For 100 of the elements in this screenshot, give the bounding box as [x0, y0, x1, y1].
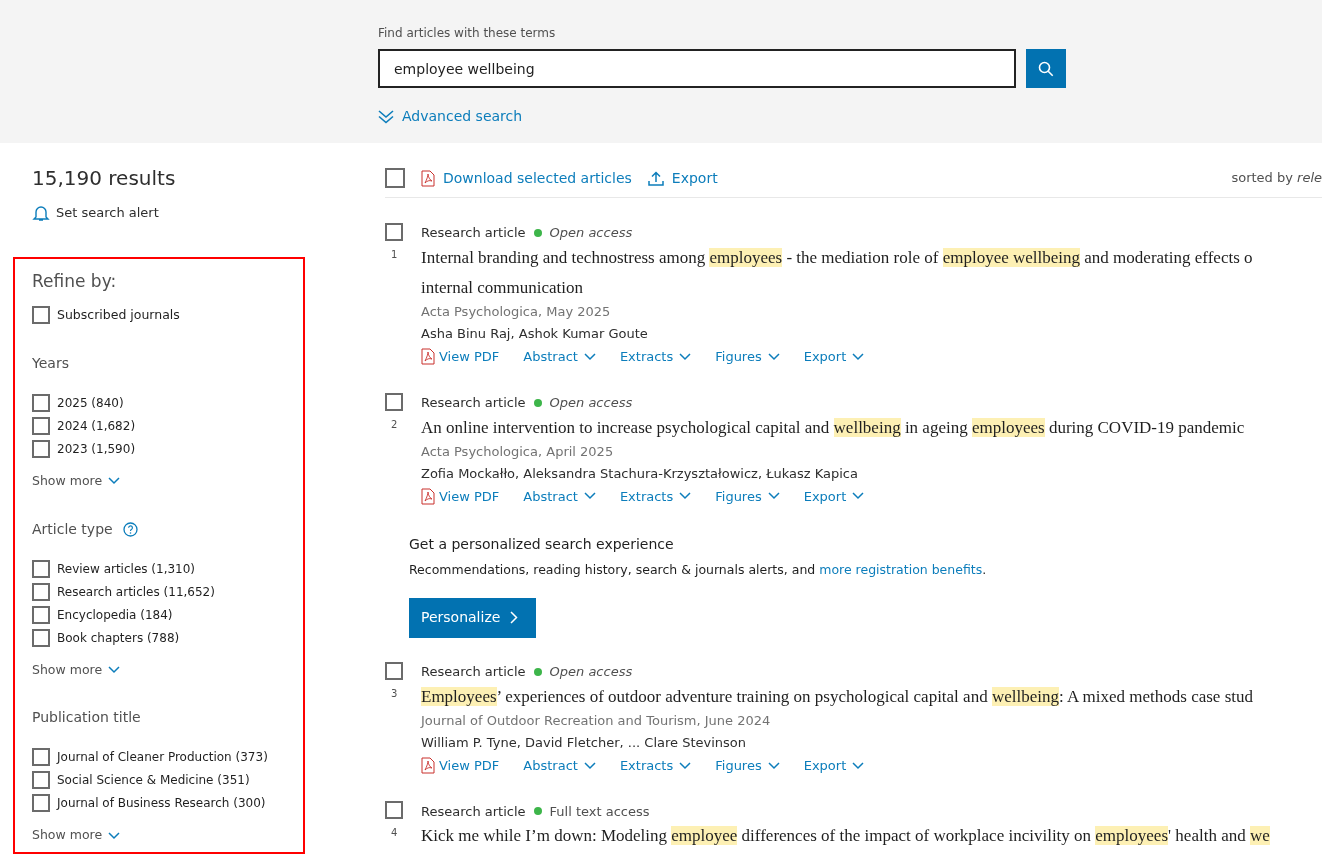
promo-heading: Get a personalized search experience	[409, 535, 675, 554]
checkbox[interactable]	[32, 306, 50, 325]
show-more-link[interactable]: Show more	[32, 471, 286, 491]
dropdown-link[interactable]: Export	[803, 347, 865, 367]
checkbox[interactable]	[32, 605, 50, 624]
dropdown-link[interactable]: Figures	[715, 755, 780, 776]
chevron-down-icon	[767, 352, 780, 361]
filter-option[interactable]: Journal of Cleaner Production (373)	[57, 748, 268, 767]
result-number: 4	[391, 826, 398, 841]
filter-option[interactable]: Research articles (11,652)	[57, 582, 215, 601]
access-label: Full text access	[549, 802, 650, 821]
filter-group-title: Years	[32, 353, 69, 373]
search-button[interactable]	[1026, 49, 1066, 88]
filter-option[interactable]: Journal of Business Research (300)	[57, 794, 266, 813]
checkbox[interactable]	[385, 801, 403, 820]
journal-info: Journal of Outdoor Recreation and Tourism, June 2024	[421, 711, 772, 730]
checkbox[interactable]	[32, 393, 50, 412]
dropdown-link[interactable]: Abstract	[523, 755, 596, 776]
filter-heading: Refine by:	[32, 269, 118, 293]
advanced-search-link[interactable]: Advanced search	[378, 106, 1322, 127]
checkbox[interactable]	[385, 392, 403, 411]
dropdown-link[interactable]: Abstract	[523, 347, 596, 367]
filter-group-title: Publication title	[32, 708, 141, 728]
article-title-link[interactable]: Employees’ experiences of outdoor adventure training on psychological capital and wellbeing: A mixed methods case stud	[421, 681, 1253, 712]
dropdown-link[interactable]: Export	[803, 755, 865, 776]
promo-text: Recommendations, reading history, search & journals alerts, and more registration benefits.	[409, 561, 988, 579]
export-link[interactable]: Export	[647, 167, 718, 189]
pdf-file-icon	[421, 757, 435, 774]
chevron-down-icon	[583, 352, 596, 361]
access-label: Open access	[549, 663, 633, 681]
search-label: Find articles with these terms	[378, 25, 557, 42]
chevron-down-icon	[108, 665, 121, 674]
help-icon[interactable]	[122, 521, 138, 537]
filter-option[interactable]: Review articles (1,310)	[57, 559, 196, 578]
checkbox[interactable]	[32, 771, 50, 790]
filter-option[interactable]: Social Science & Medicine (351)	[57, 771, 250, 790]
filter-option[interactable]: 2024 (1,682)	[57, 416, 136, 435]
checkbox[interactable]	[32, 794, 50, 813]
result-number: 3	[391, 686, 398, 701]
filter-option[interactable]: 2025 (840)	[57, 393, 124, 412]
filter-option[interactable]: Encyclopedia (184)	[57, 605, 173, 624]
download-selected-link[interactable]: Download selected articles	[421, 167, 632, 189]
dropdown-link[interactable]: Abstract	[523, 486, 596, 506]
dropdown-link[interactable]: Extracts	[619, 347, 692, 367]
checkbox[interactable]	[385, 168, 405, 188]
result-number: 1	[391, 248, 398, 262]
checkbox[interactable]	[32, 628, 50, 647]
dropdown-link[interactable]: Figures	[715, 486, 780, 506]
chevron-down-icon	[767, 492, 780, 501]
chevron-down-icon	[679, 492, 692, 501]
view-pdf-link[interactable]: View PDF	[421, 755, 500, 776]
search-icon	[1038, 60, 1054, 77]
article-type: Research article	[421, 663, 526, 681]
article-type: Research article	[421, 224, 526, 243]
show-more-link[interactable]: Show more	[32, 660, 286, 680]
sort-label: sorted by rele	[1231, 169, 1322, 188]
chevron-down-icon	[108, 831, 121, 840]
filter-group-title: Article type	[32, 519, 113, 539]
chevron-down-icon	[852, 492, 865, 501]
pdf-file-icon	[421, 169, 435, 187]
chevron-down-icon	[767, 761, 780, 770]
personalize-button[interactable]: Personalize	[409, 597, 536, 638]
checkbox[interactable]	[385, 661, 403, 680]
chevron-down-icon	[852, 352, 865, 361]
checkbox[interactable]	[385, 223, 403, 241]
article-title-link[interactable]: Kick me while I’m down: Modeling employee differences of the impact of workplace incivility on employees' health and we	[421, 821, 1270, 852]
dropdown-link[interactable]: Figures	[715, 347, 780, 367]
article-title-link[interactable]: Internal branding and technostress among employees - the mediation role of employee wellbeing and moderating effects o internal communication	[421, 243, 1253, 303]
article-title-link[interactable]: An online intervention to increase psychological capital and wellbeing in ageing employees during COVID-19 pandemic	[421, 412, 1245, 443]
double-chevron-down-icon	[378, 109, 394, 124]
authors: Zofia Mockałło, Aleksandra Stachura-Krzyształowicz, Łukasz Kapica	[421, 464, 859, 483]
chevron-down-icon	[852, 761, 865, 770]
checkbox[interactable]	[32, 439, 50, 458]
show-more-link[interactable]: Show more	[32, 826, 286, 845]
checkbox[interactable]	[32, 416, 50, 435]
search-alert-link[interactable]: Set search alert	[32, 203, 370, 223]
filter-option[interactable]: Book chapters (788)	[57, 628, 180, 647]
article-type: Research article	[421, 393, 526, 412]
chevron-down-icon	[108, 477, 121, 486]
filter-option[interactable]: 2023 (1,590)	[57, 439, 136, 458]
upload-icon	[647, 170, 664, 186]
checkbox[interactable]	[32, 582, 50, 601]
chevron-down-icon	[679, 352, 692, 361]
journal-info: Acta Psychologica, May 2025	[421, 303, 612, 321]
search-field[interactable]: employee wellbeing	[378, 49, 1016, 88]
pdf-file-icon	[421, 487, 435, 505]
result-number: 2	[391, 417, 398, 432]
dropdown-link[interactable]: Export	[803, 486, 865, 506]
chevron-down-icon	[679, 761, 692, 770]
access-label: Open access	[549, 393, 633, 412]
checkbox[interactable]	[32, 748, 50, 767]
chevron-down-icon	[583, 761, 596, 770]
chevron-down-icon	[583, 492, 596, 501]
checkbox[interactable]	[32, 559, 50, 578]
chevron-right-icon	[510, 611, 519, 625]
view-pdf-link[interactable]: View PDF	[421, 486, 500, 506]
filter-option[interactable]: Subscribed journals	[57, 306, 180, 325]
dropdown-link[interactable]: Extracts	[619, 755, 692, 776]
view-pdf-link[interactable]: View PDF	[421, 347, 500, 367]
dropdown-link[interactable]: Extracts	[619, 486, 692, 506]
